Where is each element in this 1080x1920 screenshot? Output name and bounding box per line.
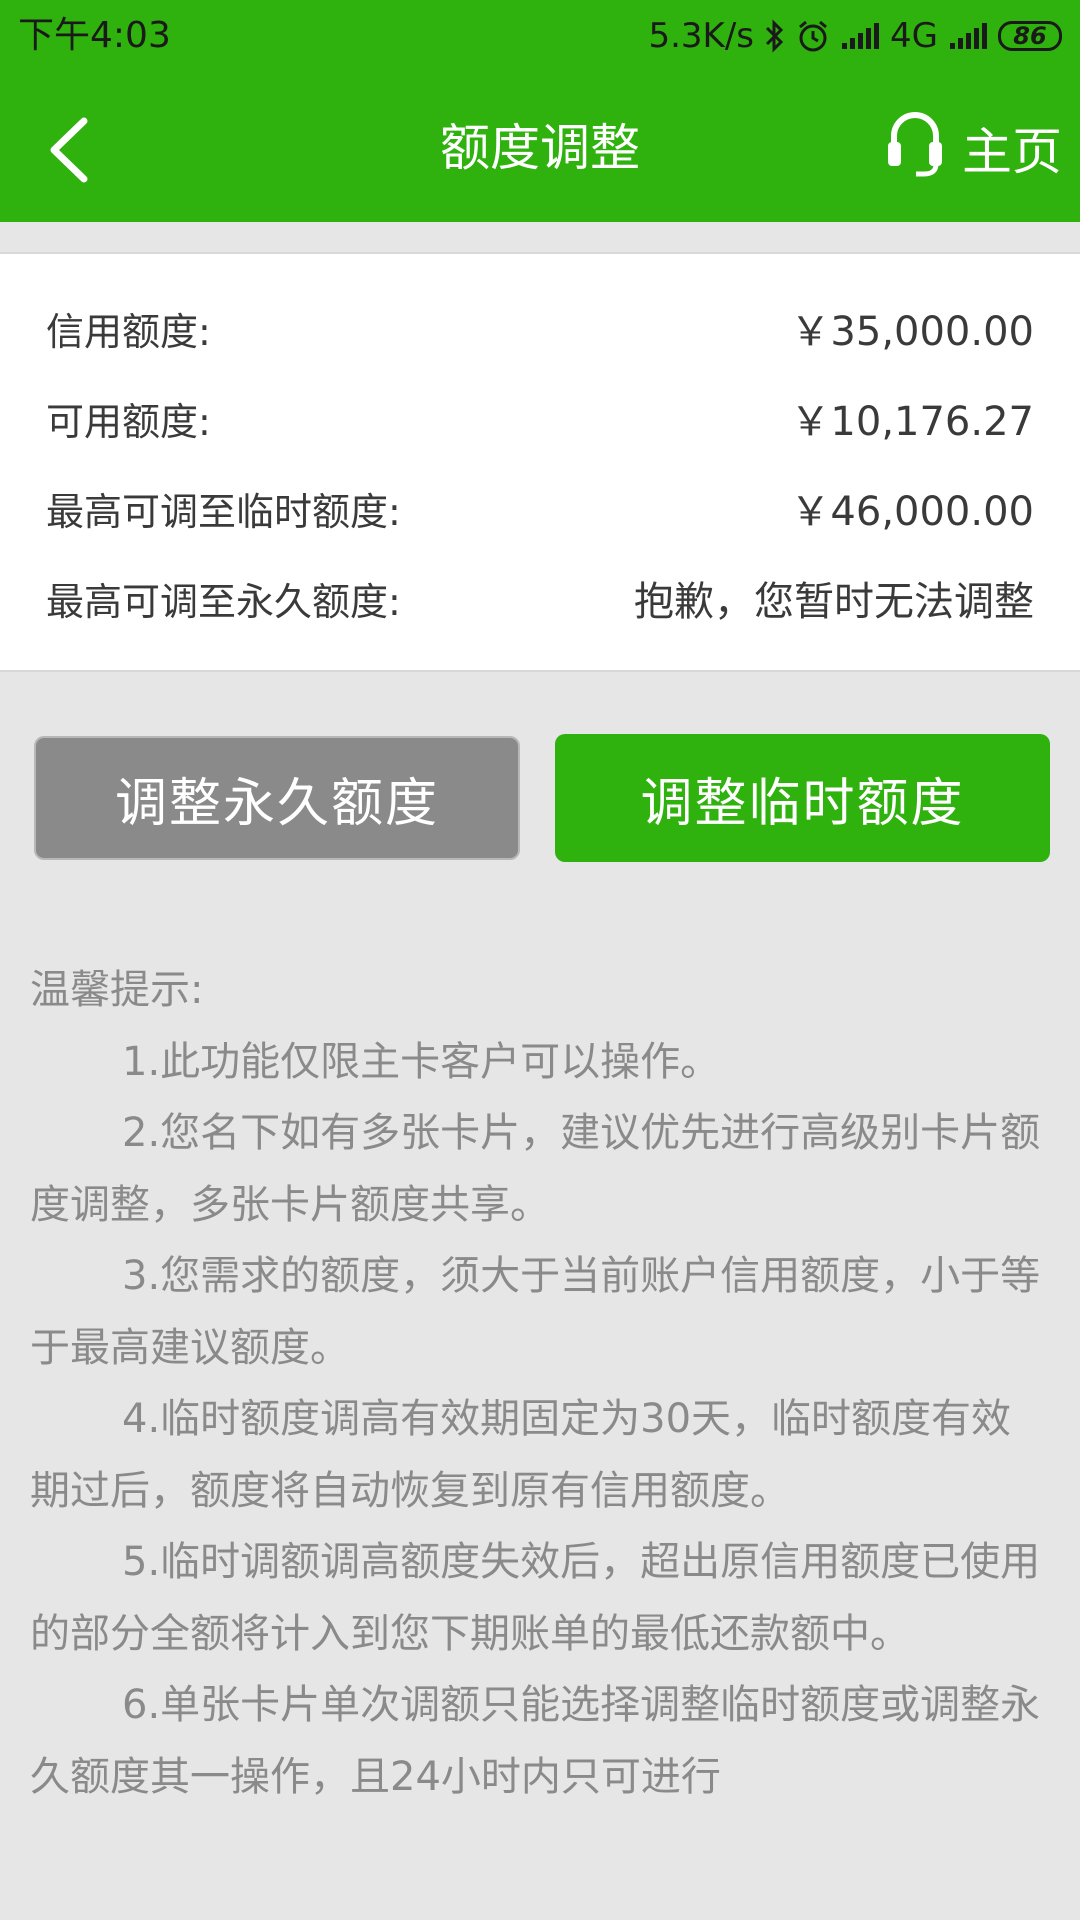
adjust-temporary-limit-button[interactable]: 调整临时额度 bbox=[555, 734, 1050, 862]
network-type: 4G bbox=[890, 16, 938, 56]
back-button[interactable] bbox=[28, 112, 108, 192]
credit-info-card: 信用额度: ￥35,000.00 可用额度: ￥10,176.27 最高可调至临… bbox=[0, 252, 1080, 672]
battery-icon: 86 bbox=[998, 21, 1062, 51]
bluetooth-icon bbox=[764, 19, 786, 53]
available-limit-row: 可用额度: ￥10,176.27 bbox=[46, 388, 1034, 448]
tip-item: 6.单张卡片单次调额只能选择调整临时额度或调整永久额度其一操作，且24小时内只可… bbox=[30, 1682, 1041, 1800]
status-time: 下午4:03 bbox=[18, 15, 171, 56]
max-permanent-limit-label: 最高可调至永久额度: bbox=[46, 579, 401, 624]
signal-icon bbox=[948, 21, 988, 51]
available-limit-label: 可用额度: bbox=[46, 399, 211, 444]
signal-icon bbox=[840, 21, 880, 51]
status-icons: 5.3K/s 4G 86 bbox=[648, 16, 1062, 56]
tip-item: 3.您需求的额度，须大于当前账户信用额度，小于等于最高建议额度。 bbox=[30, 1253, 1041, 1371]
adjust-permanent-limit-button[interactable]: 调整永久额度 bbox=[34, 736, 520, 860]
max-temporary-limit-row: 最高可调至临时额度: ￥46,000.00 bbox=[46, 478, 1034, 538]
tip-item: 4.临时额度调高有效期固定为30天，临时额度有效期过后，额度将自动恢复到原有信用… bbox=[30, 1396, 1012, 1514]
network-speed: 5.3K/s bbox=[648, 16, 755, 56]
tip-item: 1.此功能仅限主卡客户可以操作。 bbox=[122, 1038, 721, 1085]
chevron-left-icon bbox=[46, 117, 90, 187]
max-temporary-limit-label: 最高可调至临时额度: bbox=[46, 489, 401, 534]
tip-item: 5.临时调额调高额度失效后，超出原信用额度已使用的部分全额将计入到您下期账单的最… bbox=[30, 1539, 1041, 1657]
max-temporary-limit-value: ￥46,000.00 bbox=[790, 489, 1034, 535]
home-label: 主页 bbox=[962, 123, 1062, 181]
available-limit-value: ￥10,176.27 bbox=[790, 399, 1034, 445]
headset-icon bbox=[886, 106, 944, 190]
max-permanent-limit-value: 抱歉，您暂时无法调整 bbox=[634, 579, 1034, 625]
credit-limit-label: 信用额度: bbox=[46, 309, 211, 354]
app-header: 额度调整 主页 bbox=[0, 74, 1080, 222]
tips-title: 温馨提示: bbox=[30, 967, 204, 1013]
home-button[interactable]: 主页 bbox=[886, 108, 1062, 188]
tip-item: 2.您名下如有多张卡片，建议优先进行高级别卡片额度调整，多张卡片额度共享。 bbox=[30, 1110, 1041, 1228]
alarm-icon bbox=[796, 19, 830, 53]
credit-limit-row: 信用额度: ￥35,000.00 bbox=[46, 298, 1034, 358]
status-bar: 下午4:03 5.3K/s 4G 86 bbox=[0, 0, 1080, 74]
credit-limit-value: ￥35,000.00 bbox=[790, 309, 1034, 355]
tips-section: 温馨提示: 1.此功能仅限主卡客户可以操作。 2.您名下如有多张卡片，建议优先进… bbox=[30, 955, 1050, 1813]
max-permanent-limit-row: 最高可调至永久额度: 抱歉，您暂时无法调整 bbox=[46, 568, 1034, 628]
